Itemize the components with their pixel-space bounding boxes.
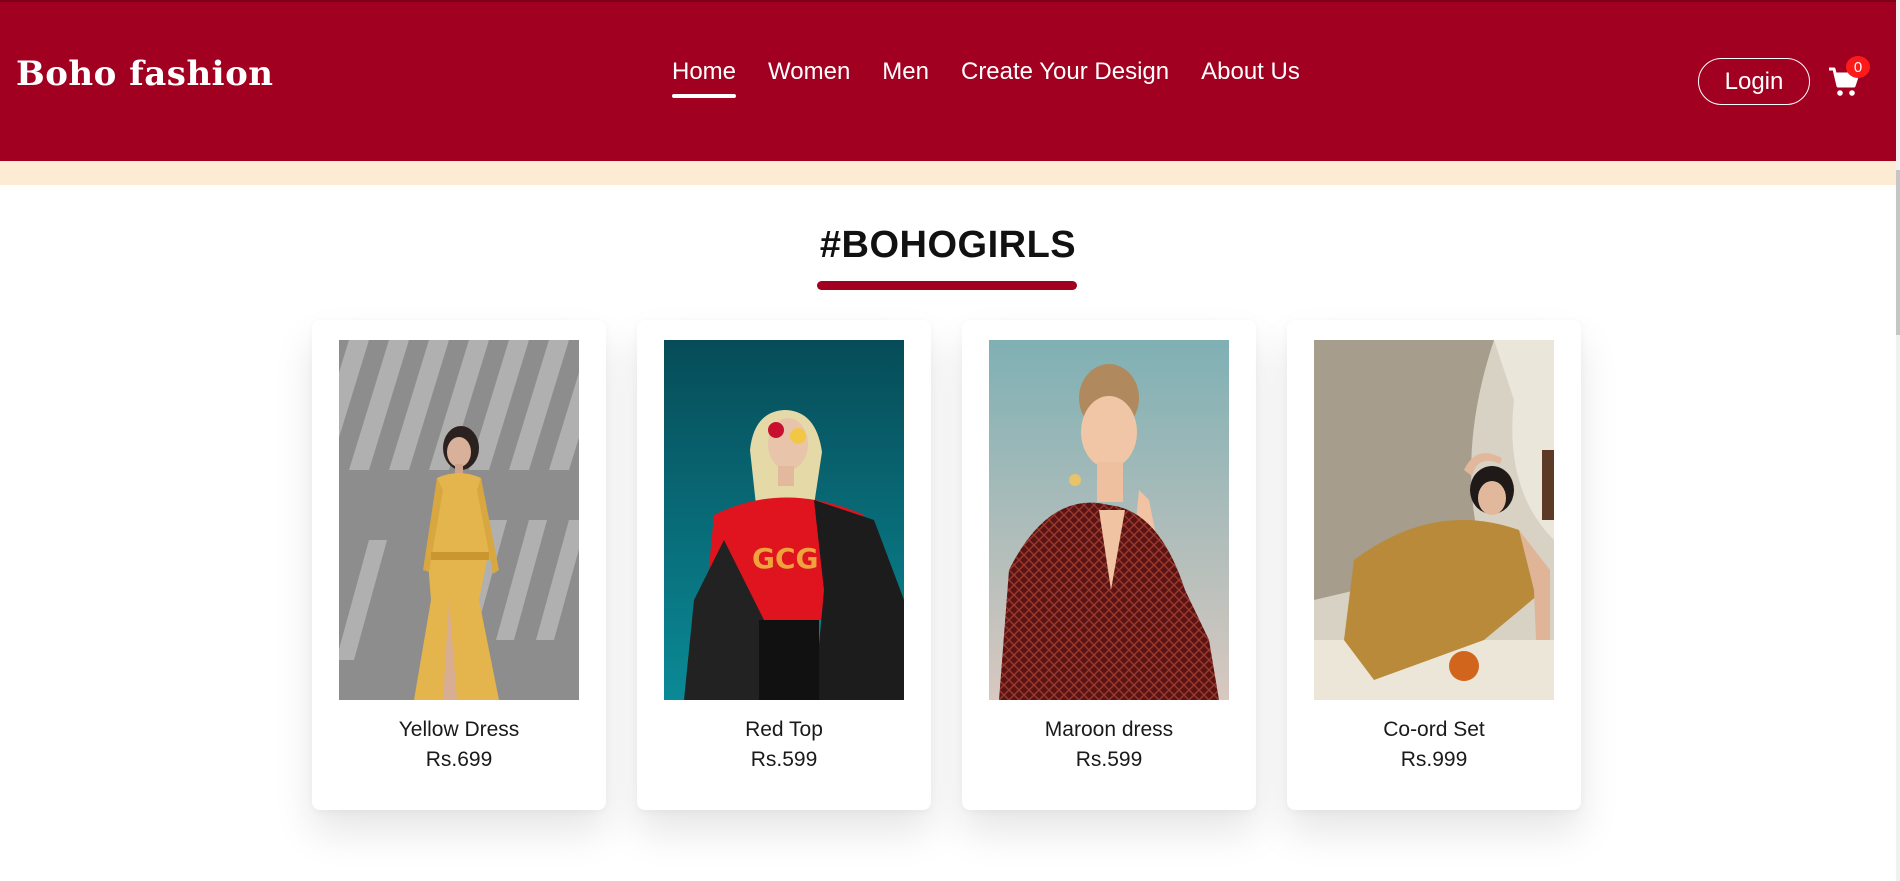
login-button[interactable]: Login: [1698, 58, 1810, 105]
nav-women[interactable]: Women: [768, 58, 850, 94]
product-card[interactable]: Yellow Dress Rs.699: [312, 320, 606, 810]
cart-count-badge: 0: [1846, 56, 1870, 78]
product-price: Rs.599: [750, 748, 818, 771]
nav-men[interactable]: Men: [882, 58, 929, 94]
product-name[interactable]: Yellow Dress: [312, 718, 606, 742]
nav-about-us[interactable]: About Us: [1201, 58, 1300, 94]
product-image[interactable]: [1314, 340, 1554, 700]
top-navbar: Boho fashion Home Women Men Create Your …: [0, 0, 1896, 161]
title-underline: [817, 281, 1077, 290]
site-logo[interactable]: Boho fashion: [16, 54, 273, 94]
product-name[interactable]: Co-ord Set: [1287, 718, 1581, 742]
product-image[interactable]: [339, 340, 579, 700]
product-card[interactable]: Co-ord Set Rs.999: [1287, 320, 1581, 810]
svg-text:GCG: GCG: [752, 542, 819, 575]
scrollbar-thumb[interactable]: [1896, 170, 1900, 335]
product-image[interactable]: GCG: [664, 340, 904, 700]
product-card[interactable]: Maroon dress Rs.599: [962, 320, 1256, 810]
product-name[interactable]: Maroon dress: [962, 718, 1256, 742]
product-price: Rs.599: [1075, 748, 1143, 771]
product-price: Rs.999: [1400, 748, 1468, 771]
product-price: Rs.699: [425, 748, 493, 771]
product-image[interactable]: [989, 340, 1229, 700]
product-name[interactable]: Red Top: [637, 718, 931, 742]
nav-home[interactable]: Home: [672, 58, 737, 98]
nav-create-your-design[interactable]: Create Your Design: [961, 58, 1169, 94]
product-card[interactable]: GCG Red Top Rs.599: [637, 320, 931, 810]
scrollbar-track[interactable]: [1896, 0, 1900, 881]
section-title: #BOHOGIRLS: [819, 224, 1077, 266]
promo-band: [0, 161, 1896, 185]
main-nav: Home Women Men Create Your Design About …: [672, 58, 1300, 98]
